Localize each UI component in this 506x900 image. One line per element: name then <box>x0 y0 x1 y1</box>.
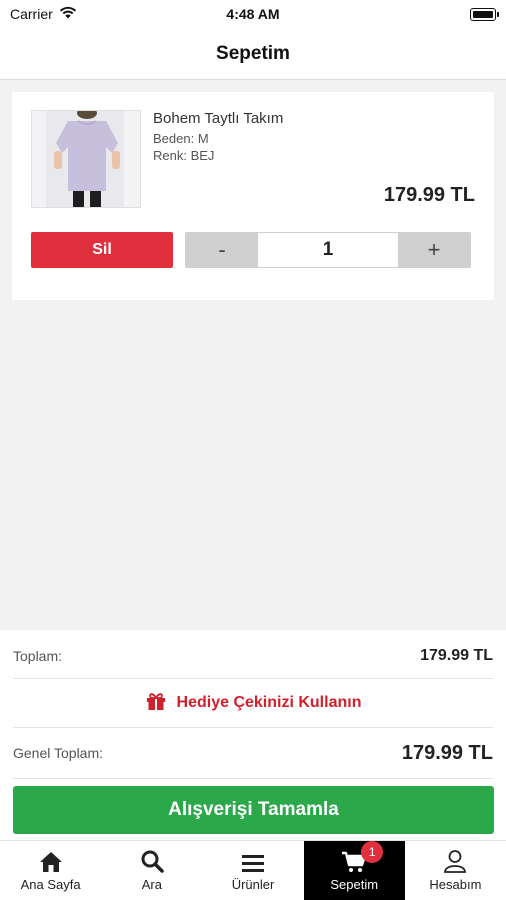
quantity-value[interactable]: 1 <box>258 233 398 267</box>
wifi-icon <box>59 6 77 22</box>
battery-icon <box>470 7 499 21</box>
carrier-label: Carrier <box>10 6 53 22</box>
page-title: Sepetim <box>216 42 290 64</box>
grand-total-row: Genel Toplam: 179.99 TL <box>13 740 493 766</box>
gift-voucher-label: Hediye Çekinizi Kullanın <box>176 694 362 711</box>
subtotal-value: 179.99 TL <box>420 647 493 664</box>
product-price: 179.99 TL <box>383 184 475 206</box>
cart-item-card: Bohem Taytlı Takım Beden: M Renk: BEJ 17… <box>12 92 494 300</box>
tab-products[interactable]: Ürünler <box>202 841 303 900</box>
user-icon <box>443 849 467 873</box>
tab-search-label: Ara <box>141 877 162 892</box>
cart-screen: Carrier 4:48 AM Sepetim Bohem Taytlı Tak… <box>0 0 506 900</box>
tab-cart-label: Sepetim <box>330 877 379 892</box>
divider <box>13 727 493 728</box>
cart-icon: 1 <box>341 841 384 873</box>
decrement-button[interactable]: - <box>186 233 258 267</box>
product-image[interactable] <box>31 110 141 208</box>
product-name[interactable]: Bohem Taytlı Takım <box>153 110 283 127</box>
tab-account-label: Hesabım <box>429 877 482 892</box>
home-icon <box>39 849 63 873</box>
product-size: Beden: M <box>153 131 209 146</box>
gift-icon <box>145 691 167 716</box>
search-icon <box>140 849 164 873</box>
tab-bar: Ana Sayfa Ara Ürünler 1 Sepetim Hesabım <box>0 840 506 900</box>
tab-home-label: Ana Sayfa <box>20 877 81 892</box>
divider <box>13 778 493 779</box>
tab-home[interactable]: Ana Sayfa <box>0 841 101 900</box>
increment-button[interactable]: + <box>398 233 470 267</box>
tab-cart[interactable]: 1 Sepetim <box>303 841 405 900</box>
subtotal-row: Toplam: 179.99 TL <box>13 644 493 668</box>
divider <box>13 678 493 679</box>
cart-count-badge: 1 <box>361 841 384 863</box>
checkout-button[interactable]: Alışverişi Tamamla <box>13 786 494 834</box>
status-left: Carrier <box>10 6 77 22</box>
product-color: Renk: BEJ <box>153 148 215 163</box>
tab-products-label: Ürünler <box>231 877 275 892</box>
quantity-stepper: - 1 + <box>185 232 471 268</box>
tab-account[interactable]: Hesabım <box>405 841 506 900</box>
delete-button[interactable]: Sil <box>31 232 173 268</box>
subtotal-label: Toplam: <box>13 648 63 664</box>
grand-total-label: Genel Toplam: <box>13 745 104 761</box>
menu-icon <box>241 849 265 873</box>
gift-voucher-link[interactable]: Hediye Çekinizi Kullanın <box>0 690 506 716</box>
product-info: Bohem Taytlı Takım Beden: M Renk: BEJ <box>153 110 283 164</box>
status-bar: Carrier 4:48 AM <box>0 0 506 28</box>
grand-total-value: 179.99 TL <box>401 741 493 764</box>
tab-search[interactable]: Ara <box>101 841 202 900</box>
order-summary: Toplam: 179.99 TL Hediye Çekinizi Kullan… <box>0 630 506 840</box>
nav-bar: Sepetim <box>0 28 506 80</box>
